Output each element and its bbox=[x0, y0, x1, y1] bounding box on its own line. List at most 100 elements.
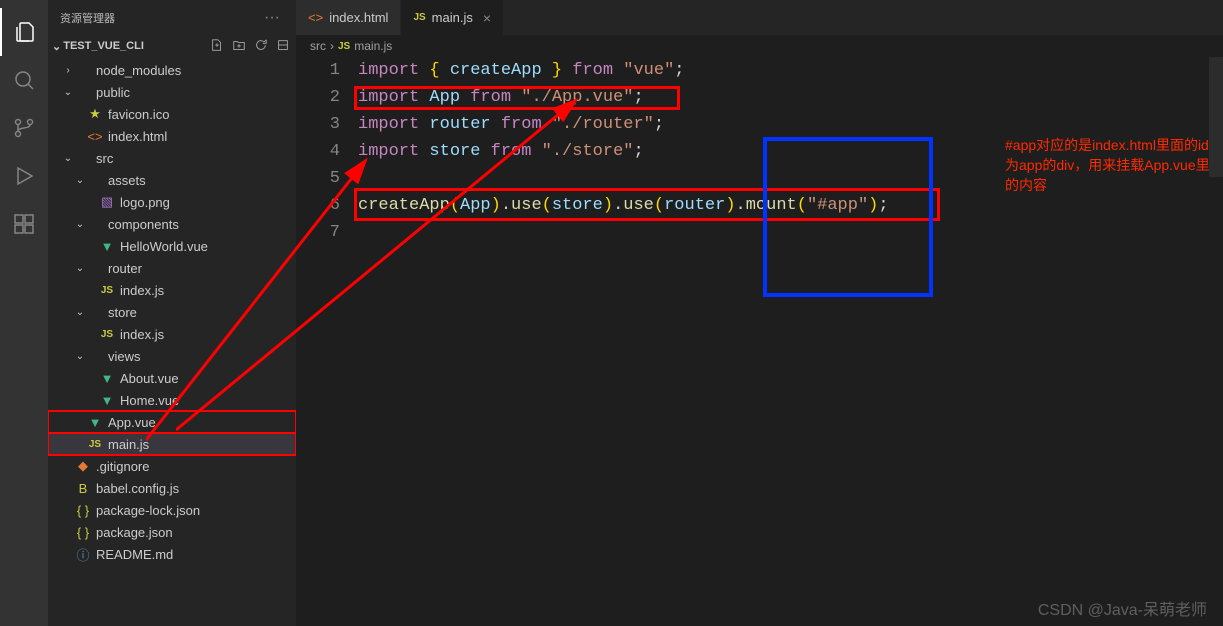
tree-item-label: README.md bbox=[96, 547, 296, 562]
tree-item-label: index.js bbox=[120, 283, 296, 298]
code-line-5[interactable] bbox=[358, 165, 1223, 192]
html-icon: <> bbox=[308, 10, 323, 25]
chevron-icon: ⌄ bbox=[74, 175, 86, 186]
project-name: TEST_VUE_CLI bbox=[63, 40, 144, 52]
activity-extensions[interactable] bbox=[0, 200, 48, 248]
play-icon bbox=[12, 164, 36, 188]
file-index-js[interactable]: JS index.js bbox=[48, 279, 296, 301]
file-babel-config-js[interactable]: Bbabel.config.js bbox=[48, 477, 296, 499]
editor-area: <>index.htmlJSmain.js× src › JS main.js … bbox=[296, 0, 1223, 626]
new-file-button[interactable] bbox=[210, 38, 224, 55]
extensions-icon bbox=[12, 212, 36, 236]
activity-explorer[interactable] bbox=[0, 8, 48, 56]
code-content[interactable]: import { createApp } from "vue";import A… bbox=[358, 57, 1223, 626]
breadcrumb[interactable]: src › JS main.js bbox=[296, 35, 1223, 57]
watermark: CSDN @Java-呆萌老师 bbox=[1038, 596, 1207, 620]
folder-assets[interactable]: ⌄assets bbox=[48, 169, 296, 191]
close-icon[interactable]: × bbox=[483, 10, 491, 26]
app-root: 资源管理器 ··· ⌄ TEST_VUE_CLI ›node_modules⌄p… bbox=[0, 0, 1223, 626]
file-index-html[interactable]: <> index.html bbox=[48, 125, 296, 147]
file-main-js[interactable]: JSmain.js bbox=[48, 433, 296, 455]
tree-item-label: index.html bbox=[108, 129, 296, 144]
file-package-json[interactable]: { }package.json bbox=[48, 521, 296, 543]
tree-item-label: views bbox=[108, 349, 296, 364]
activity-scm[interactable] bbox=[0, 104, 48, 152]
file-readme-md[interactable]: ⓘREADME.md bbox=[48, 543, 296, 565]
file-type-icon: ▼ bbox=[98, 371, 116, 386]
code-line-3[interactable]: import router from "./router"; bbox=[358, 111, 1223, 138]
tab-label: index.html bbox=[329, 10, 388, 25]
file-tree: ›node_modules⌄public★favicon.ico <> index.… bbox=[48, 57, 296, 626]
scrollbar-thumb[interactable] bbox=[1209, 57, 1223, 177]
folder-src[interactable]: ⌄src bbox=[48, 147, 296, 169]
file-type-icon: ◆ bbox=[74, 458, 92, 474]
file-type-icon: B bbox=[74, 481, 92, 496]
tab-index-html[interactable]: <> index.html bbox=[296, 0, 401, 35]
search-icon bbox=[12, 68, 36, 92]
refresh-button[interactable] bbox=[254, 38, 268, 55]
explorer-sidebar: 资源管理器 ··· ⌄ TEST_VUE_CLI ›node_modules⌄p… bbox=[48, 0, 296, 626]
file-home-vue[interactable]: ▼Home.vue bbox=[48, 389, 296, 411]
chevron-icon: ⌄ bbox=[74, 219, 86, 230]
activity-bar bbox=[0, 0, 48, 626]
chevron-icon: ⌄ bbox=[74, 263, 86, 274]
tree-item-label: components bbox=[108, 217, 296, 232]
chevron-down-icon: ⌄ bbox=[52, 40, 61, 53]
tab-label: main.js bbox=[432, 10, 473, 25]
collapse-button[interactable] bbox=[276, 38, 290, 55]
tree-item-label: Home.vue bbox=[120, 393, 296, 408]
tree-item-label: .gitignore bbox=[96, 459, 296, 474]
folder-public[interactable]: ⌄public bbox=[48, 81, 296, 103]
file-index-js[interactable]: JSindex.js bbox=[48, 323, 296, 345]
tree-item-label: babel.config.js bbox=[96, 481, 296, 496]
js-icon: JS bbox=[338, 41, 350, 52]
tree-item-label: store bbox=[108, 305, 296, 320]
code-editor[interactable]: 1234567 import { createApp } from "vue";… bbox=[296, 57, 1223, 626]
file-type-icon: { } bbox=[74, 503, 92, 518]
code-line-4[interactable]: import store from "./store"; bbox=[358, 138, 1223, 165]
file-type-icon: ▼ bbox=[86, 415, 104, 430]
file-type-icon: { } bbox=[74, 525, 92, 540]
folder-store[interactable]: ⌄ store bbox=[48, 301, 296, 323]
sidebar-more-button[interactable]: ··· bbox=[260, 9, 284, 27]
file-favicon-ico[interactable]: ★favicon.ico bbox=[48, 103, 296, 125]
file-app-vue[interactable]: ▼ App.vue bbox=[48, 411, 296, 433]
chevron-icon: ⌄ bbox=[62, 87, 74, 98]
new-folder-button[interactable] bbox=[232, 38, 246, 55]
editor-scrollbar[interactable] bbox=[1209, 57, 1223, 626]
folder-components[interactable]: ⌄ components bbox=[48, 213, 296, 235]
file-type-icon: JS bbox=[86, 439, 104, 450]
tree-item-label: node_modules bbox=[96, 63, 296, 78]
tree-item-label: About.vue bbox=[120, 371, 296, 386]
tree-item-label: index.js bbox=[120, 327, 296, 342]
chevron-icon: ⌄ bbox=[74, 351, 86, 362]
chevron-icon: ⌄ bbox=[74, 307, 86, 318]
file-type-icon: ▼ bbox=[98, 239, 116, 254]
js-icon: JS bbox=[413, 12, 425, 23]
file-logo-png[interactable]: ▧logo.png bbox=[48, 191, 296, 213]
file-type-icon: <> bbox=[86, 129, 104, 144]
tree-item-label: App.vue bbox=[108, 415, 296, 430]
file-helloworld-vue[interactable]: ▼HelloWorld.vue bbox=[48, 235, 296, 257]
file-about-vue[interactable]: ▼ About.vue bbox=[48, 367, 296, 389]
folder-node_modules[interactable]: ›node_modules bbox=[48, 59, 296, 81]
code-line-7[interactable] bbox=[358, 219, 1223, 246]
code-line-6[interactable]: createApp(App).use(store).use(router).mo… bbox=[358, 192, 1223, 219]
file-package-lock-json[interactable]: { }package-lock.json bbox=[48, 499, 296, 521]
file-type-icon: JS bbox=[98, 285, 116, 296]
folder-views[interactable]: ⌄ views bbox=[48, 345, 296, 367]
activity-search[interactable] bbox=[0, 56, 48, 104]
tab-main-js[interactable]: JS main.js × bbox=[401, 0, 504, 35]
project-header[interactable]: ⌄ TEST_VUE_CLI bbox=[48, 35, 296, 57]
file--gitignore[interactable]: ◆ .gitignore bbox=[48, 455, 296, 477]
chevron-right-icon: › bbox=[330, 39, 334, 53]
code-line-2[interactable]: import App from "./App.vue"; bbox=[358, 84, 1223, 111]
activity-debug[interactable] bbox=[0, 152, 48, 200]
code-line-1[interactable]: import { createApp } from "vue"; bbox=[358, 57, 1223, 84]
tree-item-label: favicon.ico bbox=[108, 107, 296, 122]
folder-router[interactable]: ⌄ router bbox=[48, 257, 296, 279]
breadcrumb-file: main.js bbox=[354, 39, 392, 53]
tree-item-label: router bbox=[108, 261, 296, 276]
project-actions bbox=[210, 38, 290, 55]
sidebar-header: 资源管理器 ··· bbox=[48, 0, 296, 35]
